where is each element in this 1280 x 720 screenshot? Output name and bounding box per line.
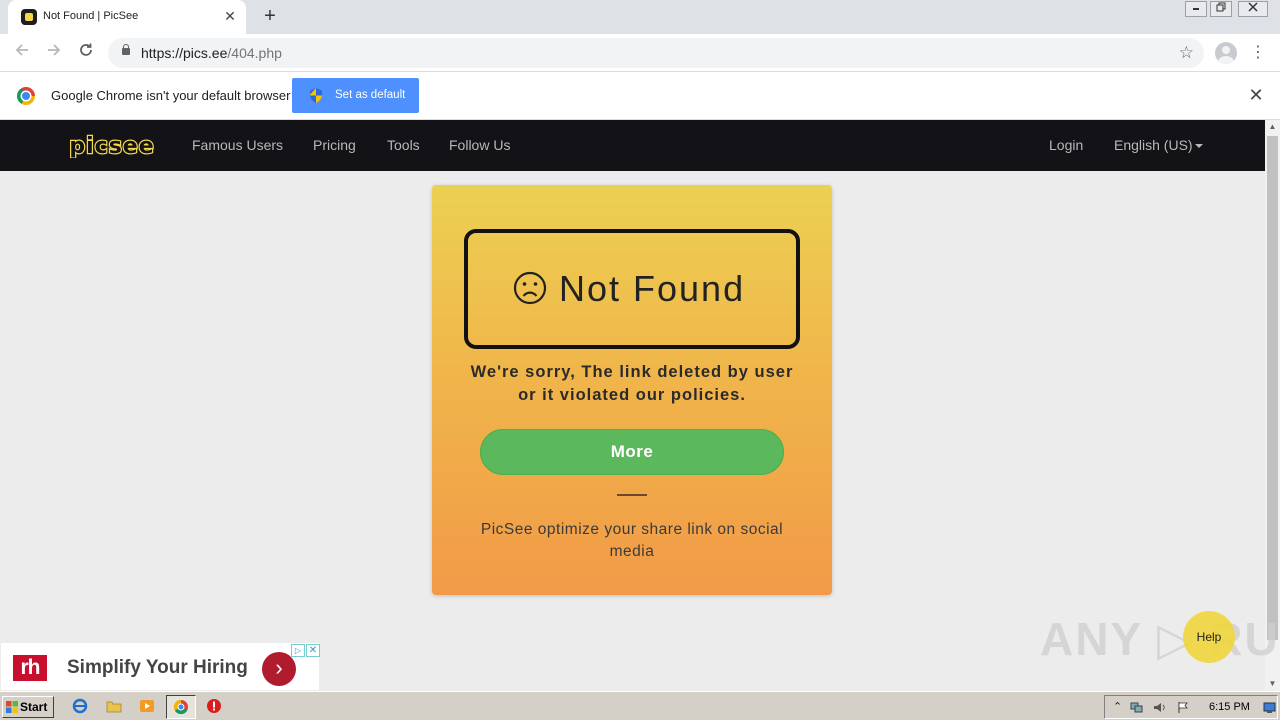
start-button[interactable]: Start <box>2 696 54 718</box>
window-close-icon <box>1248 2 1258 12</box>
language-dropdown[interactable]: English (US) <box>1114 137 1203 153</box>
page-scrollbar[interactable]: ▲ ▼ <box>1265 120 1280 691</box>
restore-icon <box>1216 2 1226 12</box>
forward-icon <box>48 44 61 56</box>
picsee-favicon <box>21 9 37 25</box>
ad-brand-logo: rh <box>13 655 47 681</box>
ad-banner[interactable]: rh Simplify Your Hiring › ▷ ✕ <box>0 642 320 691</box>
tab-close-icon[interactable]: ✕ <box>222 8 238 24</box>
scroll-down-icon[interactable]: ▼ <box>1265 677 1280 691</box>
caret-down-icon <box>1194 144 1203 149</box>
restore-button[interactable] <box>1210 1 1232 17</box>
taskbar-clock[interactable]: 6:15 PM <box>1209 701 1250 713</box>
divider <box>617 494 647 496</box>
site-navbar: picsee picsee Famous Users Pricing Tools… <box>0 120 1265 171</box>
forward-button[interactable] <box>43 42 65 64</box>
back-icon <box>15 44 28 56</box>
infobar-message: Google Chrome isn't your default browser <box>51 88 291 103</box>
scroll-thumb[interactable] <box>1267 136 1278 640</box>
start-label: Start <box>20 700 48 714</box>
address-bar[interactable]: https://pics.ee/404.php ☆ <box>108 38 1204 68</box>
chrome-logo-icon <box>17 87 35 105</box>
nav-famous-users[interactable]: Famous Users <box>192 137 283 153</box>
chrome-icon <box>173 699 188 715</box>
picsee-logo[interactable]: picsee picsee <box>62 133 162 158</box>
nav-follow-us[interactable]: Follow Us <box>449 137 510 153</box>
not-found-card: Not Found We're sorry, The link deleted … <box>432 185 832 595</box>
reload-icon <box>80 43 92 56</box>
help-button[interactable]: Help <box>1183 611 1235 663</box>
folder-icon[interactable] <box>106 698 122 714</box>
network-icon[interactable] <box>1130 701 1143 714</box>
ad-close-icon[interactable]: ✕ <box>306 644 320 657</box>
new-tab-button[interactable]: + <box>259 6 281 28</box>
nav-login[interactable]: Login <box>1049 137 1083 153</box>
not-found-box: Not Found <box>464 229 800 349</box>
url-text: https://pics.ee/404.php <box>141 45 282 61</box>
scroll-up-icon[interactable]: ▲ <box>1265 120 1280 134</box>
taskbar-chrome-active[interactable] <box>166 695 196 719</box>
adchoices-icon[interactable]: ▷ <box>291 644 305 657</box>
infobar-close-icon[interactable]: ✕ <box>1247 86 1265 104</box>
windows-taskbar: Start ⌃ 6:15 PM <box>0 691 1280 720</box>
menu-icon[interactable]: ⋮ <box>1250 42 1266 64</box>
tab-strip: Not Found | PicSee ✕ + <box>0 0 1280 34</box>
lock-icon <box>122 44 130 55</box>
set-as-default-button[interactable]: Set as default <box>292 78 419 113</box>
media-player-icon[interactable] <box>139 698 155 714</box>
back-button[interactable] <box>11 42 33 64</box>
ad-arrow-button[interactable]: › <box>262 652 296 686</box>
nav-pricing[interactable]: Pricing <box>313 137 356 153</box>
not-found-heading: Not Found <box>559 268 746 309</box>
svg-text:picsee: picsee <box>69 134 154 158</box>
minimize-button[interactable] <box>1185 1 1207 17</box>
frown-icon <box>513 271 547 305</box>
error-message: We're sorry, The link deleted by user or… <box>470 363 794 404</box>
default-browser-infobar: Google Chrome isn't your default browser… <box>0 72 1280 120</box>
nav-tools[interactable]: Tools <box>387 137 420 153</box>
profile-icon[interactable] <box>1215 42 1237 64</box>
bookmark-star-icon[interactable]: ☆ <box>1179 43 1194 63</box>
desktop-icon[interactable] <box>1263 701 1276 714</box>
volume-icon[interactable] <box>1153 701 1166 714</box>
tagline: PicSee optimize your share link on socia… <box>480 521 784 560</box>
stop-icon[interactable] <box>206 698 222 714</box>
system-tray: ⌃ 6:15 PM <box>1104 695 1278 719</box>
ad-headline[interactable]: Simplify Your Hiring <box>67 657 248 679</box>
browser-toolbar: https://pics.ee/404.php ☆ ⋮ <box>0 34 1280 72</box>
start-flag-icon <box>6 701 18 713</box>
more-button[interactable]: More <box>480 429 784 475</box>
flag-icon[interactable] <box>1177 701 1190 714</box>
shield-icon <box>310 88 322 103</box>
ie-icon[interactable] <box>72 698 88 714</box>
window-close-button[interactable] <box>1238 1 1268 17</box>
minimize-icon <box>1193 8 1199 10</box>
reload-button[interactable] <box>75 42 97 64</box>
tray-up-icon[interactable]: ⌃ <box>1111 701 1124 714</box>
tab-active[interactable]: Not Found | PicSee ✕ <box>8 0 246 34</box>
set-as-default-label: Set as default <box>335 89 406 101</box>
anyrun-watermark: ANY ▷ RUN <box>1040 613 1280 665</box>
tab-title: Not Found | PicSee <box>43 10 139 22</box>
